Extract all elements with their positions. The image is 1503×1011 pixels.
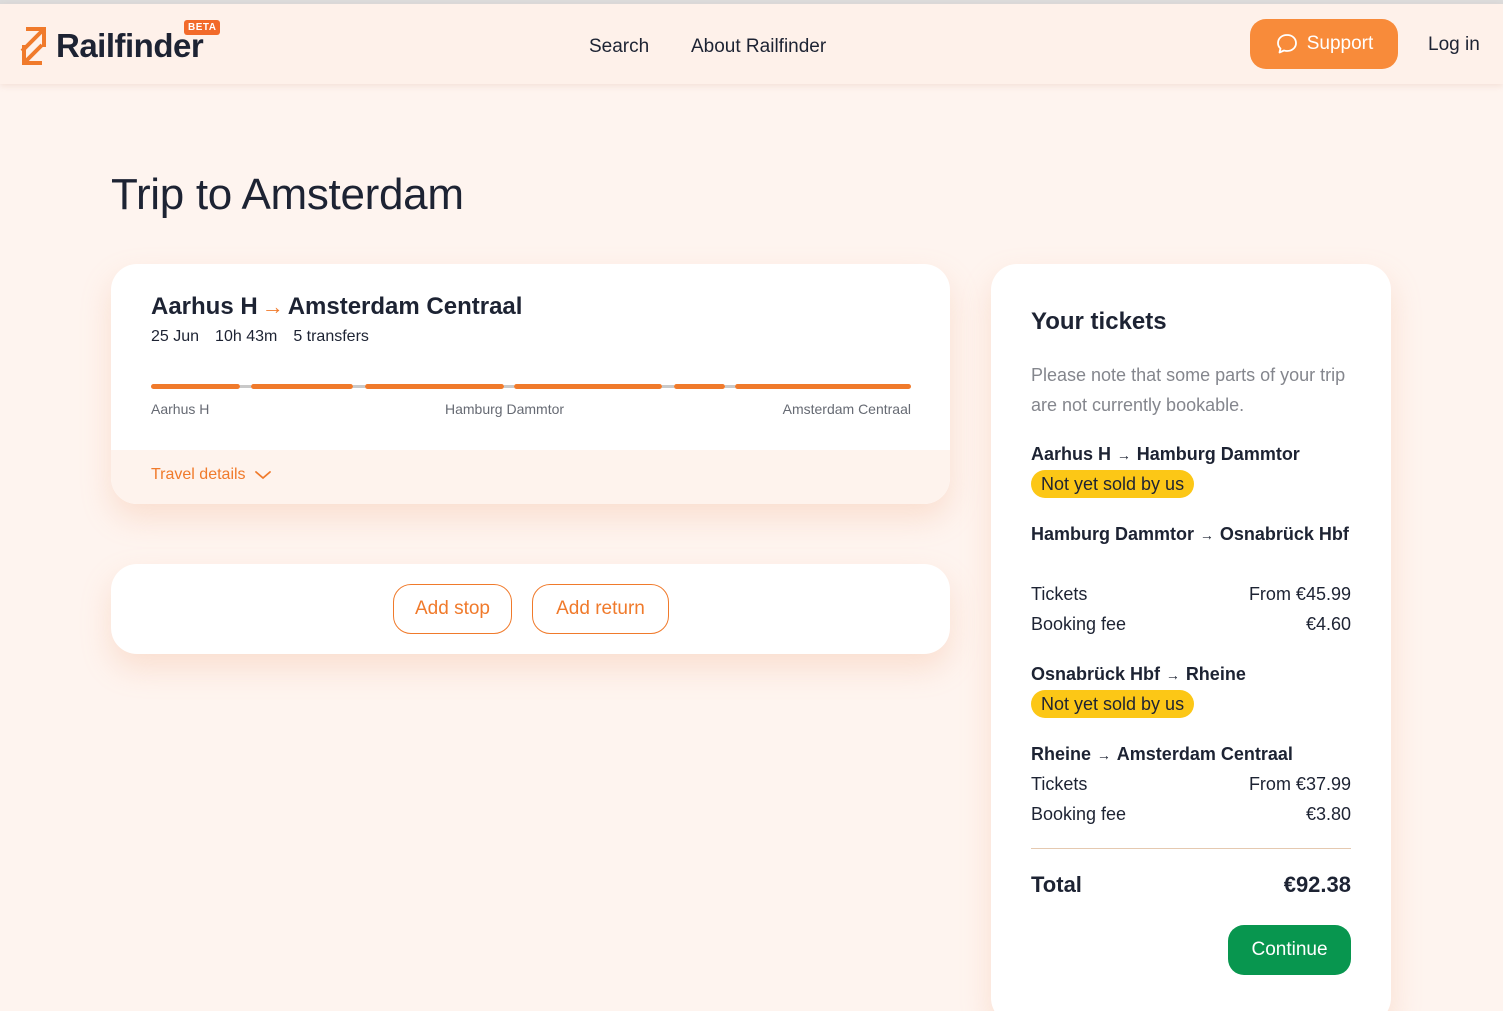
timeline-stop-start: Aarhus H bbox=[151, 401, 210, 417]
travel-details-bar: Travel details bbox=[111, 450, 950, 504]
tickets-price-row: Tickets From €37.99 bbox=[1031, 769, 1351, 799]
support-label: Support bbox=[1306, 33, 1374, 54]
total-row: Total €92.38 bbox=[1031, 872, 1351, 898]
leg-from: Hamburg Dammtor bbox=[1031, 524, 1195, 544]
leg-title: Osnabrück Hbf → Rheine bbox=[1031, 659, 1351, 690]
beta-badge: BETA bbox=[184, 20, 221, 35]
travel-details-label: Travel details bbox=[151, 466, 246, 483]
tickets-price: From €45.99 bbox=[1248, 584, 1351, 604]
tickets-price-row: Tickets From €45.99 bbox=[1031, 579, 1351, 609]
leg-title: Aarhus H → Hamburg Dammtor bbox=[1031, 439, 1351, 470]
trip-transfers: 5 transfers bbox=[293, 328, 369, 345]
timeline-transfer bbox=[353, 385, 365, 388]
route-title: Aarhus H → Amsterdam Centraal bbox=[151, 293, 522, 321]
leg-to: Hamburg Dammtor bbox=[1136, 444, 1300, 464]
support-button[interactable]: Support bbox=[1250, 19, 1398, 69]
chat-bubble-icon bbox=[1276, 34, 1297, 54]
tickets-label: Tickets bbox=[1031, 774, 1088, 794]
route-origin: Aarhus H bbox=[151, 293, 258, 320]
timeline-segment bbox=[251, 384, 353, 389]
logo-text: Railfinder bbox=[56, 27, 204, 64]
timeline-transfer bbox=[240, 385, 251, 388]
arrow-right-icon: → bbox=[1196, 527, 1218, 543]
timeline-transfer bbox=[725, 385, 735, 388]
total-divider bbox=[1031, 848, 1351, 849]
route-destination: Amsterdam Centraal bbox=[287, 293, 523, 320]
leg-title: Rheine → Amsterdam Centraal bbox=[1031, 739, 1351, 770]
arrow-right-icon: → bbox=[1162, 667, 1184, 683]
continue-button[interactable]: Continue bbox=[1228, 925, 1351, 975]
total-label: Total bbox=[1031, 872, 1082, 897]
leg-title: Hamburg Dammtor → Osnabrück Hbf bbox=[1031, 519, 1351, 550]
nav-search-link[interactable]: Search bbox=[589, 36, 649, 58]
booking-fee-row: Booking fee €3.80 bbox=[1031, 799, 1351, 829]
timeline-segment bbox=[514, 384, 662, 389]
booking-fee-price: €4.60 bbox=[1305, 614, 1351, 634]
arrow-right-icon: → bbox=[1113, 447, 1135, 463]
page-title: Trip to Amsterdam bbox=[111, 170, 464, 219]
trip-meta: 25 Jun 10h 43m 5 transfers bbox=[151, 328, 369, 346]
site-header: Railfinder BETA Search About Railfinder … bbox=[0, 4, 1503, 84]
leg-to: Osnabrück Hbf bbox=[1219, 524, 1349, 544]
booking-fee-label: Booking fee bbox=[1031, 614, 1127, 634]
timeline-transfer bbox=[504, 385, 514, 388]
leg-from: Rheine bbox=[1031, 744, 1092, 764]
not-sold-badge: Not yet sold by us bbox=[1031, 470, 1195, 498]
tickets-label: Tickets bbox=[1031, 584, 1088, 604]
trip-card: Aarhus H → Amsterdam Centraal 25 Jun 10h… bbox=[111, 264, 950, 504]
tickets-title: Your tickets bbox=[1031, 308, 1167, 335]
booking-fee-price: €3.80 bbox=[1305, 804, 1351, 824]
login-link[interactable]: Log in bbox=[1428, 34, 1480, 56]
leg-to: Rheine bbox=[1185, 664, 1246, 684]
timeline-transfer bbox=[662, 385, 674, 388]
add-return-button[interactable]: Add return bbox=[532, 584, 669, 634]
add-stop-button[interactable]: Add stop bbox=[393, 584, 512, 634]
booking-fee-label: Booking fee bbox=[1031, 804, 1127, 824]
leg-from: Osnabrück Hbf bbox=[1031, 664, 1161, 684]
leg-from: Aarhus H bbox=[1031, 444, 1112, 464]
timeline-stop-end: Amsterdam Centraal bbox=[782, 401, 911, 417]
trip-date: 25 Jun bbox=[151, 328, 200, 345]
tickets-price: From €37.99 bbox=[1248, 774, 1351, 794]
tickets-note: Please note that some parts of your trip… bbox=[1031, 365, 1346, 415]
railfinder-logo-icon bbox=[20, 27, 46, 65]
trip-actions-card: Add stop Add return bbox=[111, 564, 950, 654]
not-sold-badge: Not yet sold by us bbox=[1031, 690, 1195, 718]
booking-fee-row: Booking fee €4.60 bbox=[1031, 609, 1351, 639]
railfinder-logo[interactable]: Railfinder BETA bbox=[18, 20, 221, 70]
trip-timeline bbox=[151, 384, 911, 389]
total-value: €92.38 bbox=[1283, 872, 1351, 897]
timeline-segment bbox=[365, 384, 504, 389]
trip-duration: 10h 43m bbox=[215, 328, 278, 345]
timeline-segment bbox=[735, 384, 911, 389]
arrow-right-icon: → bbox=[1093, 747, 1115, 763]
timeline-stop-middle: Hamburg Dammtor bbox=[445, 401, 565, 417]
travel-details-toggle[interactable]: Travel details bbox=[151, 466, 272, 484]
arrow-right-icon: → bbox=[261, 294, 284, 319]
nav-about-link[interactable]: About Railfinder bbox=[691, 36, 826, 58]
timeline-segment bbox=[151, 384, 240, 389]
tickets-panel: Your tickets Please note that some parts… bbox=[991, 264, 1391, 1011]
timeline-segment bbox=[674, 384, 725, 389]
chevron-down-icon bbox=[254, 471, 271, 480]
leg-to: Amsterdam Centraal bbox=[1116, 744, 1293, 764]
